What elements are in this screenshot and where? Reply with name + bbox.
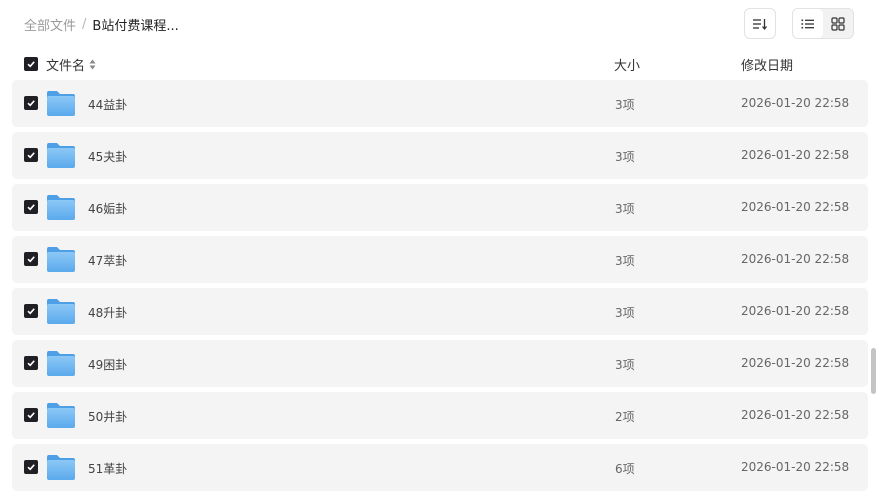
sort-lines-icon xyxy=(753,18,768,30)
checkmark-icon xyxy=(27,308,35,315)
checkmark-icon xyxy=(27,412,35,419)
file-size: 2项 xyxy=(615,410,635,424)
checkmark-icon xyxy=(27,61,35,68)
file-name[interactable]: 50井卦 xyxy=(88,408,127,425)
file-name[interactable]: 44益卦 xyxy=(88,96,127,113)
file-date: 2026-01-20 22:58 xyxy=(741,200,850,214)
table-row[interactable]: 49困卦 3项 2026-01-20 22:58 xyxy=(12,340,868,387)
list-view-icon xyxy=(801,19,814,28)
grid-view-button[interactable] xyxy=(823,9,853,38)
table-row[interactable]: 46姤卦 3项 2026-01-20 22:58 xyxy=(12,184,868,231)
top-bar: 全部文件 / B站付费课程... xyxy=(0,0,878,48)
table-row[interactable]: 47萃卦 3项 2026-01-20 22:58 xyxy=(12,236,868,283)
folder-icon xyxy=(47,299,75,324)
file-date: 2026-01-20 22:58 xyxy=(741,408,850,422)
folder-icon xyxy=(47,247,75,272)
row-checkbox[interactable] xyxy=(24,460,38,474)
table-row[interactable]: 48升卦 3项 2026-01-20 22:58 xyxy=(12,288,868,335)
row-checkbox[interactable] xyxy=(24,304,38,318)
column-header-size[interactable]: 大小 xyxy=(614,55,640,74)
column-header-name[interactable]: 文件名 xyxy=(46,55,96,74)
table-header: 文件名 大小 修改日期 xyxy=(0,52,878,76)
file-date: 2026-01-20 22:58 xyxy=(741,96,850,110)
file-name[interactable]: 49困卦 xyxy=(88,356,127,373)
file-date: 2026-01-20 22:58 xyxy=(741,304,850,318)
file-name[interactable]: 51革卦 xyxy=(88,460,127,477)
sort-toggle-icon xyxy=(89,59,96,70)
file-date: 2026-01-20 22:58 xyxy=(741,356,850,370)
column-name-label: 文件名 xyxy=(46,59,86,74)
scrollbar-thumb[interactable] xyxy=(871,348,876,394)
list-view-button[interactable] xyxy=(793,9,823,38)
row-checkbox[interactable] xyxy=(24,252,38,266)
row-checkbox[interactable] xyxy=(24,356,38,370)
file-size: 3项 xyxy=(615,358,635,372)
row-checkbox[interactable] xyxy=(24,96,38,110)
folder-icon xyxy=(47,195,75,220)
breadcrumb-separator: / xyxy=(82,17,87,32)
breadcrumb-root-link[interactable]: 全部文件 xyxy=(24,15,76,34)
table-row[interactable]: 44益卦 3项 2026-01-20 22:58 xyxy=(12,80,868,127)
folder-icon xyxy=(47,143,75,168)
table-row[interactable]: 50井卦 2项 2026-01-20 22:58 xyxy=(12,392,868,439)
row-checkbox[interactable] xyxy=(24,200,38,214)
file-date: 2026-01-20 22:58 xyxy=(741,460,850,474)
checkmark-icon xyxy=(27,204,35,211)
row-checkbox[interactable] xyxy=(24,408,38,422)
file-size: 3项 xyxy=(615,202,635,216)
file-name[interactable]: 45夬卦 xyxy=(88,148,127,165)
folder-icon xyxy=(47,91,75,116)
breadcrumb-current: B站付费课程... xyxy=(92,19,179,34)
checkmark-icon xyxy=(27,152,35,159)
file-date: 2026-01-20 22:58 xyxy=(741,252,850,266)
select-all-checkbox[interactable] xyxy=(24,57,38,71)
file-name[interactable]: 48升卦 xyxy=(88,304,127,321)
row-checkbox[interactable] xyxy=(24,148,38,162)
table-row[interactable]: 45夬卦 3项 2026-01-20 22:58 xyxy=(12,132,868,179)
checkmark-icon xyxy=(27,360,35,367)
view-switch xyxy=(792,8,854,39)
checkmark-icon xyxy=(27,100,35,107)
checkmark-icon xyxy=(27,464,35,471)
file-date: 2026-01-20 22:58 xyxy=(741,148,850,162)
file-list: 44益卦 3项 2026-01-20 22:58 45夬卦 3项 2026-01… xyxy=(12,80,868,495)
folder-icon xyxy=(47,351,75,376)
file-size: 3项 xyxy=(615,98,635,112)
folder-icon xyxy=(47,455,75,480)
grid-view-icon xyxy=(831,16,845,31)
file-name[interactable]: 47萃卦 xyxy=(88,252,127,269)
folder-icon xyxy=(47,403,75,428)
column-header-date[interactable]: 修改日期 xyxy=(741,55,793,74)
file-size: 3项 xyxy=(615,306,635,320)
file-name[interactable]: 46姤卦 xyxy=(88,200,127,217)
file-size: 3项 xyxy=(615,254,635,268)
file-size: 3项 xyxy=(615,150,635,164)
file-size: 6项 xyxy=(615,462,635,476)
checkmark-icon xyxy=(27,256,35,263)
breadcrumb: 全部文件 / B站付费课程... xyxy=(24,15,179,34)
sort-button[interactable] xyxy=(744,8,776,39)
table-row[interactable]: 51革卦 6项 2026-01-20 22:58 xyxy=(12,444,868,491)
